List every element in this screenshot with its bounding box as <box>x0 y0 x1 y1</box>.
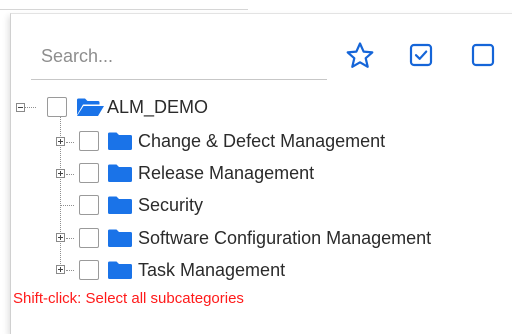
expand-toggle[interactable] <box>56 265 65 274</box>
expand-toggle[interactable] <box>56 233 65 242</box>
shift-click-hint: Shift-click: Select all subcategories <box>13 290 244 307</box>
node-checkbox[interactable] <box>79 195 99 215</box>
node-label[interactable]: Change & Defect Management <box>138 130 385 152</box>
expand-toggle[interactable] <box>56 169 65 178</box>
collapse-toggle[interactable] <box>16 103 25 112</box>
tree-connector <box>66 142 74 143</box>
node-checkbox[interactable] <box>79 228 99 248</box>
node-checkbox[interactable] <box>79 260 99 280</box>
tree-connector <box>60 205 74 206</box>
node-label[interactable]: Security <box>138 194 203 216</box>
folder-icon <box>108 132 132 150</box>
node-checkbox[interactable] <box>79 131 99 151</box>
tree-connector <box>66 270 74 271</box>
folder-icon <box>108 229 132 247</box>
folder-open-icon <box>77 98 104 116</box>
folder-icon <box>108 196 132 214</box>
tree-connector <box>66 174 74 175</box>
folder-icon <box>108 164 132 182</box>
category-tree: ALM_DEMO Change & Defect Management Rele… <box>0 0 512 300</box>
node-checkbox[interactable] <box>79 163 99 183</box>
tree-connector <box>66 238 74 239</box>
folder-icon <box>108 261 132 279</box>
node-label[interactable]: Release Management <box>138 162 314 184</box>
expand-toggle[interactable] <box>56 137 65 146</box>
node-label[interactable]: Software Configuration Management <box>138 227 431 249</box>
node-checkbox[interactable] <box>47 97 67 117</box>
node-label[interactable]: ALM_DEMO <box>107 96 208 118</box>
node-label[interactable]: Task Management <box>138 259 285 281</box>
tree-connector <box>24 107 36 108</box>
